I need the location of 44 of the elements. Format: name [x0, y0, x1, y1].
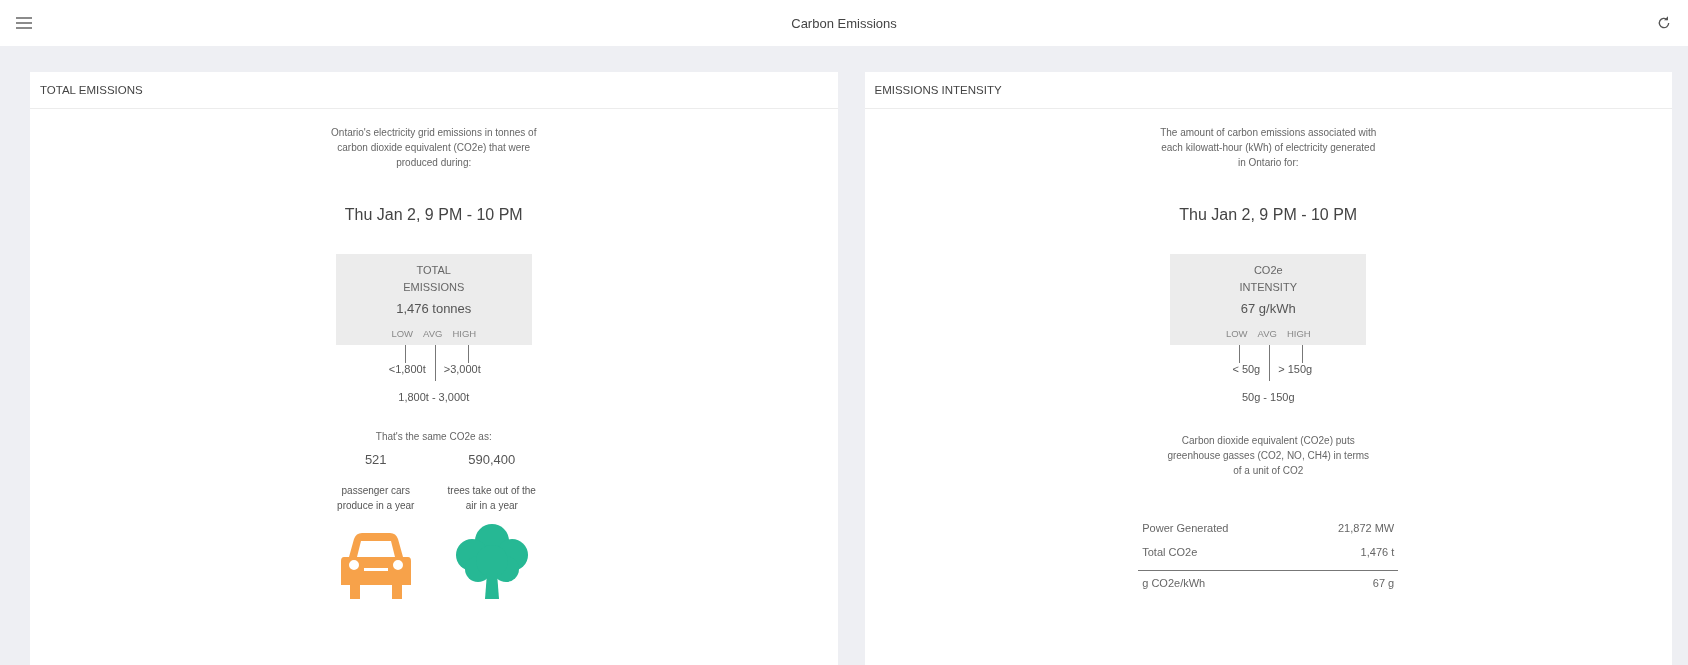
tick-line [467, 345, 469, 363]
description: The amount of carbon emissions associated with each kilowatt-hour (kWh) of electricity generated in Ontario for: [1159, 126, 1378, 170]
tick-line [434, 345, 436, 381]
tick-line [404, 345, 406, 363]
scale-label: LOW [1225, 328, 1248, 339]
menu-icon[interactable] [14, 15, 34, 31]
gauge-label: TOTAL [416, 263, 451, 278]
scale-label: HIGH [1286, 328, 1311, 339]
low-range: < 50g [1232, 363, 1261, 375]
low-range: <1,800t [388, 363, 426, 375]
period-label: Thu Jan 2, 9 PM - 10 PM [344, 206, 523, 224]
app-title: Carbon Emissions [791, 15, 897, 31]
comparison-value: 590,400 [468, 452, 516, 467]
row-label: g CO2e/kWh [1142, 577, 1206, 589]
comparison-intro: That's the same CO2e as: [375, 431, 492, 442]
row-label: Power Generated [1142, 522, 1229, 534]
panel-title: EMISSIONS INTENSITY [864, 72, 1672, 109]
comparison-value: 521 [364, 452, 387, 467]
scale-label: HIGH [452, 328, 477, 339]
row-value: 1,476 t [1360, 546, 1395, 558]
high-range: > 150g [1278, 363, 1313, 375]
comparison-caption: trees take out of the air in a year [446, 484, 537, 513]
scale-label: LOW [391, 328, 413, 339]
row-label: Total CO2e [1142, 546, 1198, 558]
tick-line [1239, 345, 1241, 363]
row-value: 21,872 MW [1338, 522, 1395, 534]
description: Ontario's electricity grid emissions in tonnes of carbon dioxide equivalent (CO2e) that were produced during: [330, 126, 538, 170]
avg-range: 1,800t - 3,000t [398, 391, 470, 403]
avg-range: 50g - 150g [1241, 391, 1295, 403]
scale-label: AVG [1257, 328, 1277, 339]
gauge-value: 1,476 tonnes [396, 301, 472, 316]
gauge-label: INTENSITY [1239, 280, 1297, 295]
row-value: 67 g [1372, 577, 1395, 589]
period-label: Thu Jan 2, 9 PM - 10 PM [1179, 206, 1358, 224]
note: Carbon dioxide equivalent (CO2e) puts greenhouse gasses (CO2, NO, CH4) in terms of a unit of CO2 [1166, 434, 1371, 478]
comparison-caption: passenger cars produce in a year [336, 484, 416, 513]
high-range: >3,000t [443, 363, 481, 375]
scale-label: AVG [423, 328, 443, 339]
gauge-label: CO2e [1253, 263, 1283, 278]
gauge-value: 67 g/kWh [1240, 301, 1296, 316]
gauge-label: EMISSIONS [403, 280, 465, 295]
tick-line [1302, 345, 1304, 363]
panel-title: TOTAL EMISSIONS [30, 72, 838, 109]
tick-line [1269, 345, 1271, 381]
